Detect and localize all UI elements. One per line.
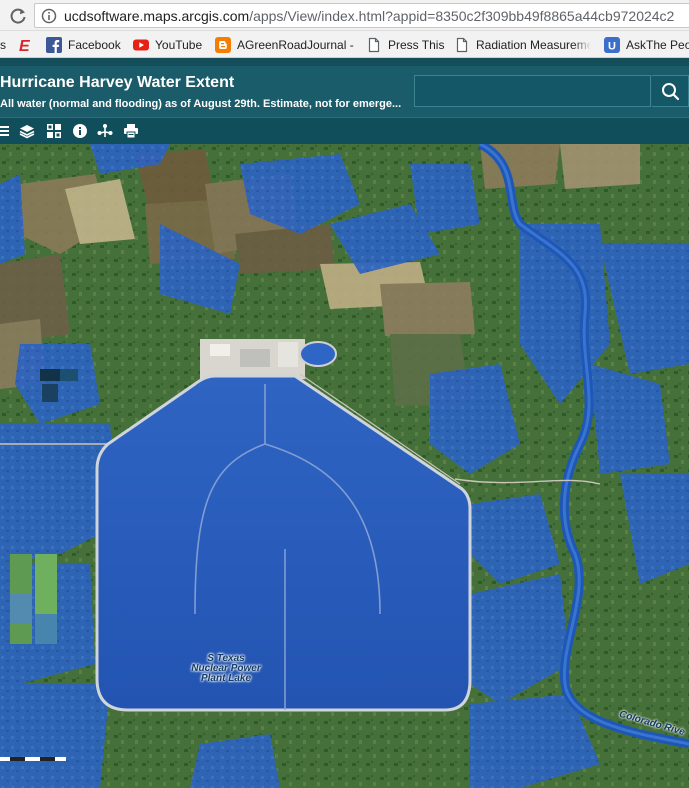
bookmark-agreenroadjournal[interactable]: AGreenRoadJournal - (215, 36, 354, 54)
u-logo-icon: U (604, 37, 620, 53)
lake-label: S Texas Nuclear Power Plant Lake (191, 653, 261, 684)
menu-icon[interactable] (0, 123, 13, 139)
satellite-imagery (0, 144, 689, 788)
browser-address-bar: ucdsoftware.maps.arcgis.com/apps/View/in… (0, 0, 689, 31)
scale-bar (0, 757, 66, 761)
youtube-icon (133, 39, 149, 51)
bookmark-youtube[interactable]: YouTube (133, 36, 202, 54)
bookmark-item[interactable]: s (0, 36, 6, 54)
e-logo-icon: E (19, 38, 31, 53)
search-input[interactable] (414, 75, 651, 107)
bookmark-askthepeople[interactable]: U AskThe Peo (604, 36, 689, 54)
svg-text:E: E (19, 38, 31, 53)
bookmark-e[interactable]: E (18, 36, 34, 54)
print-icon[interactable] (123, 123, 139, 139)
url-field[interactable]: ucdsoftware.maps.arcgis.com/apps/View/in… (34, 3, 689, 28)
bookmark-press-this[interactable]: Press This (366, 36, 444, 54)
app-subtitle: All water (normal and flooding) as of Au… (0, 98, 402, 110)
basemap-gallery-icon[interactable] (46, 123, 62, 139)
svg-text:U: U (608, 41, 616, 53)
blogger-icon (215, 37, 231, 53)
search-button[interactable] (652, 75, 689, 107)
map-toolbar (0, 117, 689, 144)
app-title: Hurricane Harvey Water Extent (0, 74, 235, 91)
site-info-icon[interactable] (41, 8, 57, 24)
url-text: ucdsoftware.maps.arcgis.com/apps/View/in… (64, 8, 675, 24)
bookmarks-bar: s E Facebook YouTube AGreenRoadJournal -… (0, 31, 689, 58)
bookmark-facebook[interactable]: Facebook (46, 36, 121, 54)
reload-icon[interactable] (8, 6, 28, 26)
share-icon[interactable] (97, 123, 113, 139)
bookmark-radiation[interactable]: Radiation Measureme (454, 36, 591, 54)
facebook-icon (46, 37, 62, 53)
map-view[interactable]: S Texas Nuclear Power Plant Lake Colorad… (0, 144, 689, 788)
app-header: Hurricane Harvey Water Extent All water … (0, 58, 689, 117)
about-icon[interactable] (72, 123, 88, 139)
layers-icon[interactable] (19, 123, 35, 139)
page-icon (368, 37, 380, 53)
page-icon (456, 37, 468, 53)
search-icon (662, 83, 680, 101)
